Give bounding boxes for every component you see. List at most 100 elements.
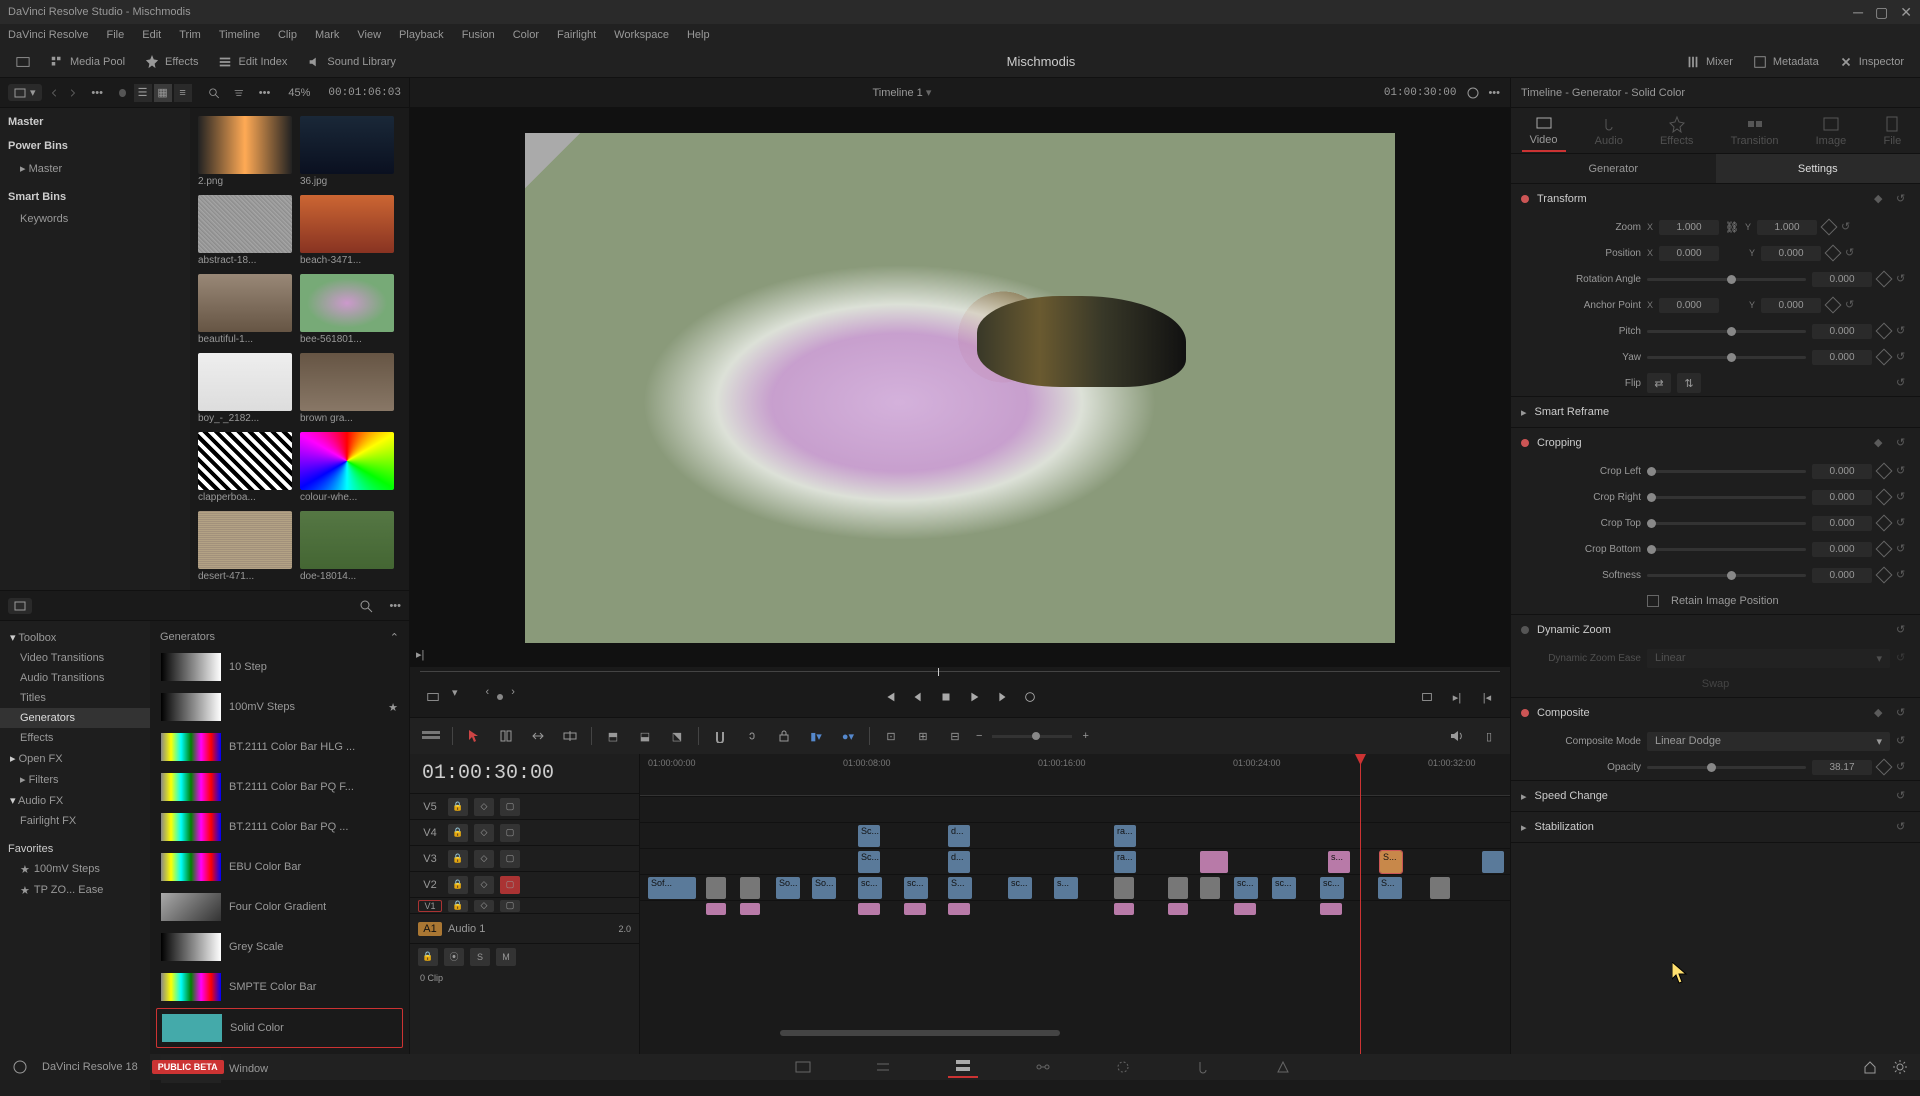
reset-icon[interactable]: ↺ bbox=[1896, 490, 1910, 504]
fusion-page[interactable] bbox=[1028, 1056, 1058, 1078]
smart-bins-header[interactable]: Smart Bins bbox=[8, 191, 182, 203]
metadata-button[interactable]: Metadata bbox=[1753, 55, 1819, 69]
crop-bottom-input[interactable]: 0.000 bbox=[1812, 542, 1872, 557]
reset-icon[interactable]: ↺ bbox=[1896, 272, 1910, 286]
keyframe-icon[interactable] bbox=[1876, 489, 1893, 506]
media-thumb[interactable]: doe-18014... bbox=[300, 511, 394, 582]
toolbox-root[interactable]: ▾ Toolbox bbox=[0, 627, 150, 648]
menu-davinci-resolve[interactable]: DaVinci Resolve bbox=[8, 29, 89, 41]
in-out-icon[interactable] bbox=[422, 686, 444, 708]
inspector-tab-effects[interactable]: Effects bbox=[1652, 111, 1701, 151]
pos-y-input[interactable]: 0.000 bbox=[1761, 246, 1821, 261]
blade-tool[interactable] bbox=[559, 725, 581, 747]
flip-h-button[interactable]: ⇄ bbox=[1647, 373, 1671, 393]
track-header-v4[interactable]: V4🔒◇▢ bbox=[410, 819, 639, 845]
toolbox-generators[interactable]: Generators bbox=[0, 708, 150, 728]
snap-icon[interactable] bbox=[709, 725, 731, 747]
crop-right-input[interactable]: 0.000 bbox=[1812, 490, 1872, 505]
menu-color[interactable]: Color bbox=[513, 29, 539, 41]
options-icon[interactable]: ••• bbox=[389, 600, 401, 612]
zoom-custom-icon[interactable]: ⊟ bbox=[944, 725, 966, 747]
media-thumb[interactable]: beach-3471... bbox=[300, 195, 394, 266]
solo-button[interactable]: S bbox=[470, 948, 490, 966]
edit-page[interactable] bbox=[948, 1056, 978, 1078]
keyframe-icon[interactable] bbox=[1876, 271, 1893, 288]
menu-trim[interactable]: Trim bbox=[179, 29, 201, 41]
options-icon[interactable]: ••• bbox=[91, 87, 103, 99]
track-lane-v3[interactable]: Sc...d...ra...s...S... bbox=[640, 848, 1510, 874]
zoom-in-icon[interactable]: + bbox=[1082, 730, 1088, 742]
keyframe-icon[interactable] bbox=[1825, 297, 1842, 314]
loop-button[interactable] bbox=[1019, 686, 1041, 708]
media-page[interactable] bbox=[788, 1056, 818, 1078]
timeline-view-icon[interactable] bbox=[420, 725, 442, 747]
metadata-view-icon[interactable]: ☰ bbox=[134, 84, 152, 102]
generator-10-step[interactable]: 10 Step bbox=[156, 648, 403, 686]
lock-icon[interactable] bbox=[773, 725, 795, 747]
sync-icon[interactable] bbox=[1466, 86, 1480, 100]
link-icon[interactable]: ⛓ bbox=[1725, 221, 1739, 234]
media-pool-button[interactable]: Media Pool bbox=[50, 55, 125, 69]
timeline-clip[interactable] bbox=[706, 903, 726, 915]
close-icon[interactable]: ✕ bbox=[1900, 4, 1912, 21]
media-thumb[interactable]: 2.png bbox=[198, 116, 292, 187]
timeline-clip[interactable]: sc... bbox=[858, 877, 882, 899]
keyframe-icon[interactable] bbox=[1876, 323, 1893, 340]
timeline-clip[interactable]: s... bbox=[1328, 851, 1350, 873]
stabilization-section[interactable]: ▸Stabilization↺ bbox=[1511, 812, 1920, 842]
match-frame-icon[interactable] bbox=[1416, 686, 1438, 708]
trim-tool[interactable] bbox=[495, 725, 517, 747]
timeline-clip[interactable] bbox=[1114, 877, 1134, 899]
keyframe-icon[interactable] bbox=[1876, 349, 1893, 366]
master-bin[interactable]: Master bbox=[8, 116, 182, 128]
zoom-y-input[interactable]: 1.000 bbox=[1757, 220, 1817, 235]
ease-dropdown[interactable]: Linear▾ bbox=[1647, 649, 1890, 668]
inspector-tab-transition[interactable]: Transition bbox=[1723, 111, 1787, 151]
inspector-tab-video[interactable]: Video bbox=[1522, 110, 1566, 152]
timeline-clip[interactable] bbox=[1114, 903, 1134, 915]
first-frame-button[interactable] bbox=[879, 686, 901, 708]
toolbox-effects[interactable]: Effects bbox=[0, 728, 150, 748]
collapse-icon[interactable]: ⌃ bbox=[390, 631, 399, 644]
reset-icon[interactable]: ↺ bbox=[1841, 220, 1855, 234]
timeline-clip[interactable]: d... bbox=[948, 851, 970, 873]
timeline-clip[interactable]: Sc... bbox=[858, 851, 880, 873]
prev-edit-icon[interactable]: ‹ bbox=[486, 686, 490, 708]
media-thumb[interactable]: colour-whe... bbox=[300, 432, 394, 503]
track-lane-v1[interactable] bbox=[640, 900, 1510, 916]
chevron-down-icon[interactable]: ▾ bbox=[452, 686, 458, 708]
minimize-icon[interactable]: ─ bbox=[1853, 4, 1863, 21]
timeline-clip[interactable]: d... bbox=[948, 825, 970, 847]
media-thumb[interactable]: bee-561801... bbox=[300, 274, 394, 345]
menu-edit[interactable]: Edit bbox=[142, 29, 161, 41]
timeline-clip[interactable]: S... bbox=[948, 877, 972, 899]
smart-reframe-section[interactable]: ▸Smart Reframe bbox=[1511, 397, 1920, 427]
menu-workspace[interactable]: Workspace bbox=[614, 29, 669, 41]
prev-clip-icon[interactable]: |◂ bbox=[1476, 686, 1498, 708]
timeline-clip[interactable]: sc... bbox=[1272, 877, 1296, 899]
track-lane-v4[interactable]: Sc...d...ra... bbox=[640, 822, 1510, 848]
timeline-clip[interactable] bbox=[1482, 851, 1504, 873]
next-clip-icon[interactable]: ▸| bbox=[1446, 686, 1468, 708]
zoom-out-icon[interactable]: − bbox=[976, 730, 982, 742]
generator-bt-2111-color-bar-pq----[interactable]: BT.2111 Color Bar PQ ... bbox=[156, 808, 403, 846]
timeline-clip[interactable]: So... bbox=[776, 877, 800, 899]
zoom-x-input[interactable]: 1.000 bbox=[1659, 220, 1719, 235]
generator-bt-2111-color-bar-pq-f---[interactable]: BT.2111 Color Bar PQ F... bbox=[156, 768, 403, 806]
keyframe-icon[interactable] bbox=[1825, 245, 1842, 262]
options2-icon[interactable]: ••• bbox=[259, 87, 271, 99]
insert-icon[interactable]: ⬒ bbox=[602, 725, 624, 747]
anchor-x-input[interactable]: 0.000 bbox=[1659, 298, 1719, 313]
track-header-v3[interactable]: V3🔒◇▢ bbox=[410, 845, 639, 871]
gear-icon[interactable] bbox=[1892, 1059, 1908, 1075]
zoom-percent[interactable]: 45% bbox=[288, 87, 310, 99]
openfx-root[interactable]: ▸ Open FX bbox=[0, 748, 150, 769]
list-view-icon[interactable]: ≡ bbox=[174, 84, 192, 102]
timeline-clip[interactable]: sc... bbox=[1234, 877, 1258, 899]
keyframe-icon[interactable] bbox=[1876, 541, 1893, 558]
reset-icon[interactable]: ↺ bbox=[1896, 516, 1910, 530]
reset-icon[interactable]: ↺ bbox=[1845, 298, 1859, 312]
timeline-clip[interactable] bbox=[706, 877, 726, 899]
generator-four-color-gradient[interactable]: Four Color Gradient bbox=[156, 888, 403, 926]
menu-mark[interactable]: Mark bbox=[315, 29, 339, 41]
